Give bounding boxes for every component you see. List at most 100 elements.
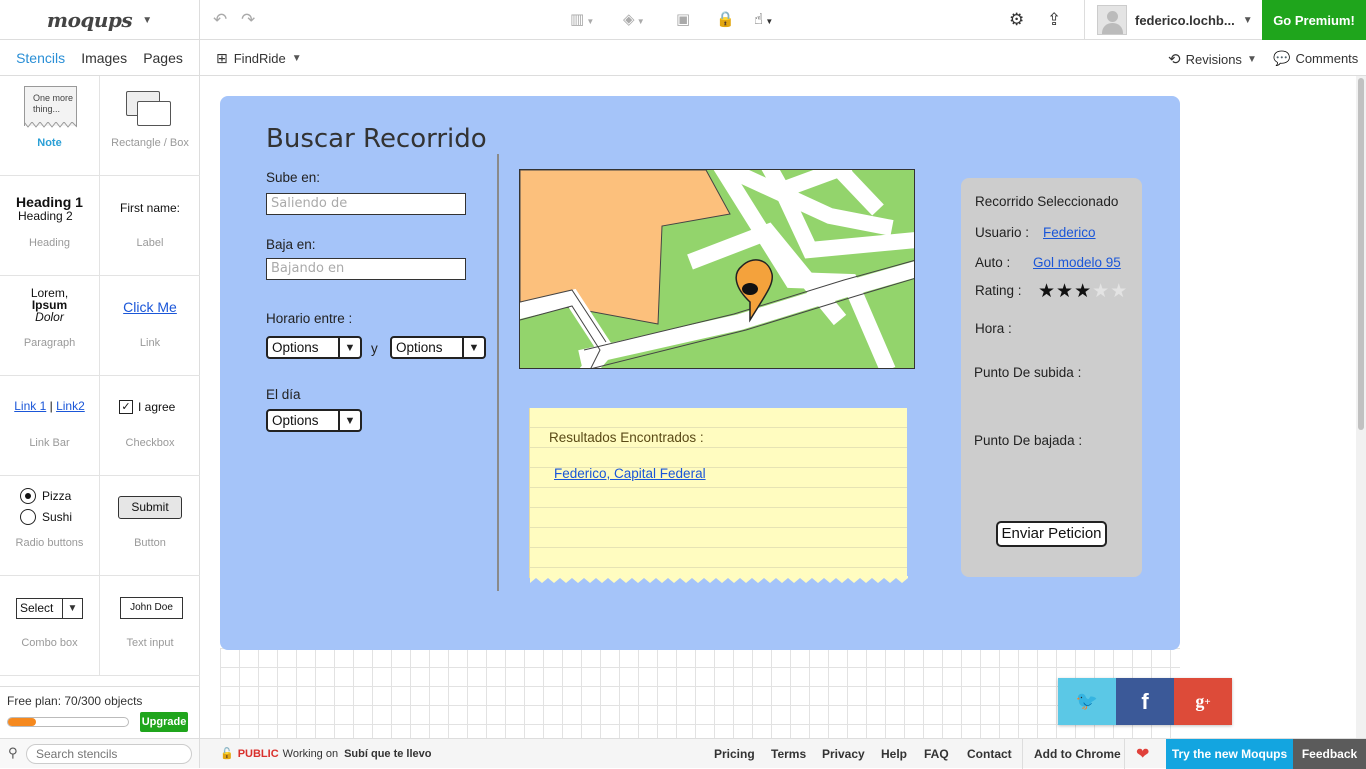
horario-desde-combo[interactable]: Options ▼	[266, 336, 362, 359]
results-note[interactable]: Resultados Encontrados : Federico, Capit…	[529, 408, 908, 583]
align-icon[interactable]: ▥ ▼	[570, 11, 594, 31]
chevron-down-icon: ▼	[338, 411, 360, 430]
left-panel-tabs: Stencils Images Pages	[0, 40, 200, 76]
combo-text: Options	[396, 340, 443, 355]
search-input[interactable]	[26, 744, 192, 764]
heart-icon[interactable]: ❤	[1136, 744, 1149, 764]
footer-link-privacy[interactable]: Privacy	[822, 747, 865, 761]
baja-input[interactable]: Bajando en	[266, 258, 466, 280]
tab-pages[interactable]: Pages	[143, 50, 183, 66]
star-filled-icon[interactable]: ★	[1074, 281, 1092, 302]
plan-progress-bar	[7, 717, 129, 727]
sitemap-icon: ⊞	[216, 50, 228, 66]
stencil-search: ⚲	[0, 738, 200, 768]
footer-link-faq[interactable]: FAQ	[924, 747, 949, 761]
rating-stars[interactable]: ★★★★★	[1038, 280, 1128, 303]
stencil-paragraph[interactable]: Lorem, Ipsum Dolor Paragraph	[0, 276, 100, 376]
scrollbar-thumb[interactable]	[1358, 78, 1364, 430]
stencil-link-bar[interactable]: Link 1 | Link2 Link Bar	[0, 376, 100, 476]
vertical-divider	[497, 154, 499, 591]
stencil-text-input[interactable]: John Doe Text input	[100, 576, 200, 676]
footer-divider	[1124, 739, 1125, 769]
share-icon[interactable]: ⇪	[1047, 11, 1061, 29]
auto-link[interactable]: Gol modelo 95	[1033, 255, 1121, 270]
radio-preview-2: Sushi	[42, 510, 73, 524]
link-preview: Click Me	[123, 299, 177, 315]
note-preview: One more thing...	[24, 86, 77, 126]
dia-combo[interactable]: Options ▼	[266, 409, 362, 432]
footer-link-add-to-chrome[interactable]: Add to Chrome	[1034, 747, 1121, 761]
canvas-scrollbar[interactable]	[1356, 76, 1366, 738]
rating-label: Rating :	[975, 283, 1022, 298]
lock-icon[interactable]: 🔒	[716, 11, 735, 29]
horario-hasta-combo[interactable]: Options ▼	[390, 336, 486, 359]
google-plus-icon[interactable]: g +	[1174, 678, 1232, 725]
star-filled-icon[interactable]: ★	[1056, 281, 1074, 302]
user-menu[interactable]: federico.lochb... ▼	[1084, 0, 1262, 40]
twitter-icon[interactable]: 🐦	[1058, 678, 1116, 725]
avatar	[1097, 5, 1127, 35]
stencil-checkbox[interactable]: ✓ I agree Checkbox	[100, 376, 200, 476]
enviar-peticion-button[interactable]: Enviar Peticion	[996, 521, 1107, 547]
canvas[interactable]: Buscar Recorrido Sube en: Saliendo de Ba…	[200, 76, 1356, 738]
stencil-button[interactable]: Submit Button	[100, 476, 200, 576]
feedback-button[interactable]: Feedback	[1293, 739, 1366, 769]
user-menu-caret-icon: ▼	[1242, 14, 1253, 26]
stencil-label: Link	[139, 337, 161, 349]
rectangle-preview-front	[137, 101, 171, 126]
stencil-radio-buttons[interactable]: Pizza Sushi Radio buttons	[0, 476, 100, 576]
group-icon[interactable]: ▣	[676, 11, 690, 29]
page-selector[interactable]: ⊞ FindRide ▼	[216, 50, 302, 67]
working-on-label: Working on	[282, 747, 339, 760]
stencil-link[interactable]: Click Me Link	[100, 276, 200, 376]
footer-link-terms[interactable]: Terms	[771, 747, 806, 761]
link-bar-preview: Link 1 | Link2	[14, 399, 85, 413]
tab-images[interactable]: Images	[81, 50, 127, 66]
link-bar-preview-1: Link 1	[14, 399, 47, 413]
facebook-icon[interactable]: f	[1116, 678, 1174, 725]
gear-icon[interactable]: ⚙	[1009, 11, 1024, 29]
stencil-label: Rectangle / Box	[111, 137, 189, 149]
logo-menu-caret-icon[interactable]: ▼	[142, 15, 152, 26]
try-new-moqups-button[interactable]: Try the new Moqups	[1166, 739, 1293, 769]
project-name[interactable]: Subí que te llevo	[344, 748, 431, 760]
page-title[interactable]: Buscar Recorrido	[266, 124, 487, 154]
tab-stencils[interactable]: Stencils	[16, 50, 65, 66]
interaction-icon[interactable]: ☝ ▼	[754, 11, 773, 31]
stencils-panel: One more thing... Note Rectangle / Box H…	[0, 76, 200, 686]
footer-link-help[interactable]: Help	[881, 747, 907, 761]
redo-icon[interactable]: ↷	[241, 11, 255, 29]
revisions-label: Revisions	[1185, 51, 1242, 67]
star-filled-icon[interactable]: ★	[1038, 281, 1056, 302]
star-empty-icon[interactable]: ★	[1110, 281, 1128, 302]
top-toolbar: moqups ▼ ↶ ↷ ▥ ▼ ◈ ▼ ▣ 🔒 ☝ ▼ ⚙ ⇪ federic…	[0, 0, 1366, 40]
stencil-heading[interactable]: Heading 1 Heading 2 Heading	[0, 176, 100, 276]
checkbox-preview-icon: ✓	[119, 400, 133, 414]
canvas-grid	[220, 648, 1180, 738]
star-empty-icon[interactable]: ★	[1092, 281, 1110, 302]
selected-route-panel[interactable]: Recorrido Seleccionado Usuario : Federic…	[961, 178, 1142, 577]
comments-button[interactable]: 💬 Comments	[1273, 50, 1358, 67]
radio-preview-1: Pizza	[42, 489, 72, 503]
undo-icon[interactable]: ↶	[213, 11, 227, 29]
combo-preview-text: Select	[20, 601, 54, 615]
sube-input[interactable]: Saliendo de	[266, 193, 466, 215]
footer-link-contact[interactable]: Contact	[967, 747, 1012, 761]
layers-icon[interactable]: ◈ ▼	[623, 11, 645, 31]
go-premium-button[interactable]: Go Premium!	[1262, 0, 1366, 40]
sube-label: Sube en:	[266, 170, 321, 185]
stencil-rectangle[interactable]: Rectangle / Box	[100, 76, 200, 176]
footer-link-pricing[interactable]: Pricing	[714, 747, 755, 761]
social-share-bar: 🐦 f g +	[1058, 678, 1232, 725]
usuario-link[interactable]: Federico	[1043, 225, 1096, 240]
stencil-combo-box[interactable]: Select ▼ Combo box	[0, 576, 100, 676]
mockup-board[interactable]: Buscar Recorrido Sube en: Saliendo de Ba…	[220, 96, 1180, 650]
stencil-note[interactable]: One more thing... Note	[0, 76, 100, 176]
stencil-label-widget[interactable]: First name: Label	[100, 176, 200, 276]
radio-empty-icon	[20, 509, 36, 525]
revisions-button[interactable]: ⟲ Revisions ▼	[1168, 50, 1257, 68]
app-logo[interactable]: moqups ▼	[0, 0, 200, 40]
result-link[interactable]: Federico, Capital Federal	[554, 466, 706, 481]
map-image[interactable]	[519, 169, 915, 369]
upgrade-button[interactable]: Upgrade	[140, 712, 188, 732]
